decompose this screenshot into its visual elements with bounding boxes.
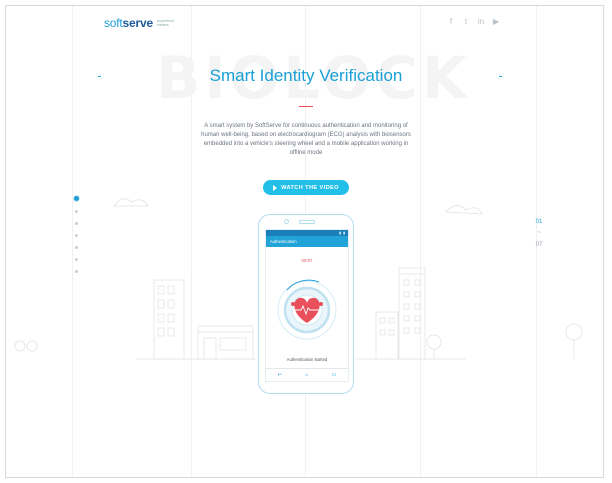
auth-timer: 00:07 (301, 258, 313, 263)
phone-screen: ▮ ▮ Authentication 00:07 Authentication … (265, 229, 349, 382)
slide-dot[interactable] (75, 234, 78, 237)
phone-mockup: ▮ ▮ Authentication 00:07 Authentication … (258, 214, 354, 394)
battery-icon: ▮ (343, 231, 345, 235)
hero-description: A smart system by SoftServe for continuo… (201, 123, 411, 156)
phone-camera (284, 219, 289, 224)
slide-dot[interactable] (75, 222, 78, 225)
watch-video-button[interactable]: WATCH THE VIDEO (263, 180, 349, 195)
slide-dot[interactable] (74, 196, 79, 201)
slide-separator: ~ (537, 230, 541, 236)
youtube-icon[interactable]: ▶ (492, 17, 500, 26)
slide-dot[interactable] (75, 210, 78, 213)
title-underline (299, 106, 313, 107)
twitter-icon[interactable]: t (462, 17, 470, 26)
linkedin-icon[interactable]: in (477, 17, 485, 26)
page-title: Smart Identity Verification (209, 66, 403, 85)
page-frame: softserve experience matters f t in ▶ BI… (5, 5, 604, 478)
slide-dots (74, 196, 79, 282)
watch-video-label: WATCH THE VIDEO (281, 184, 339, 191)
slide-dot[interactable] (75, 246, 78, 249)
accent-tick (98, 76, 101, 77)
slide-dot[interactable] (75, 258, 78, 261)
auth-status-text: Authentication started (286, 357, 328, 362)
home-icon[interactable]: ⌂ (305, 372, 308, 378)
slide-dot[interactable] (75, 270, 78, 273)
phone-nav-bar: ↩ ⌂ ▭ (266, 368, 348, 381)
app-bar: Authentication (266, 236, 348, 247)
phone-speaker (299, 220, 315, 224)
play-icon (273, 184, 278, 191)
logo-tagline: experience matters (156, 19, 175, 27)
facebook-icon[interactable]: f (447, 17, 455, 26)
softserve-logo[interactable]: softserve experience matters (104, 16, 185, 30)
slide-counter: 01 ~ 07 (532, 219, 546, 248)
app-title: Authentication (270, 239, 297, 244)
slide-total: 07 (535, 242, 543, 248)
steering-wheel-heart-icon (277, 279, 337, 340)
back-icon[interactable]: ↩ (278, 372, 282, 378)
recents-icon[interactable]: ▭ (332, 372, 337, 378)
signal-icon: ▮ (339, 231, 342, 235)
social-links: f t in ▶ (447, 17, 500, 26)
logo-wordmark: softserve (104, 16, 153, 30)
